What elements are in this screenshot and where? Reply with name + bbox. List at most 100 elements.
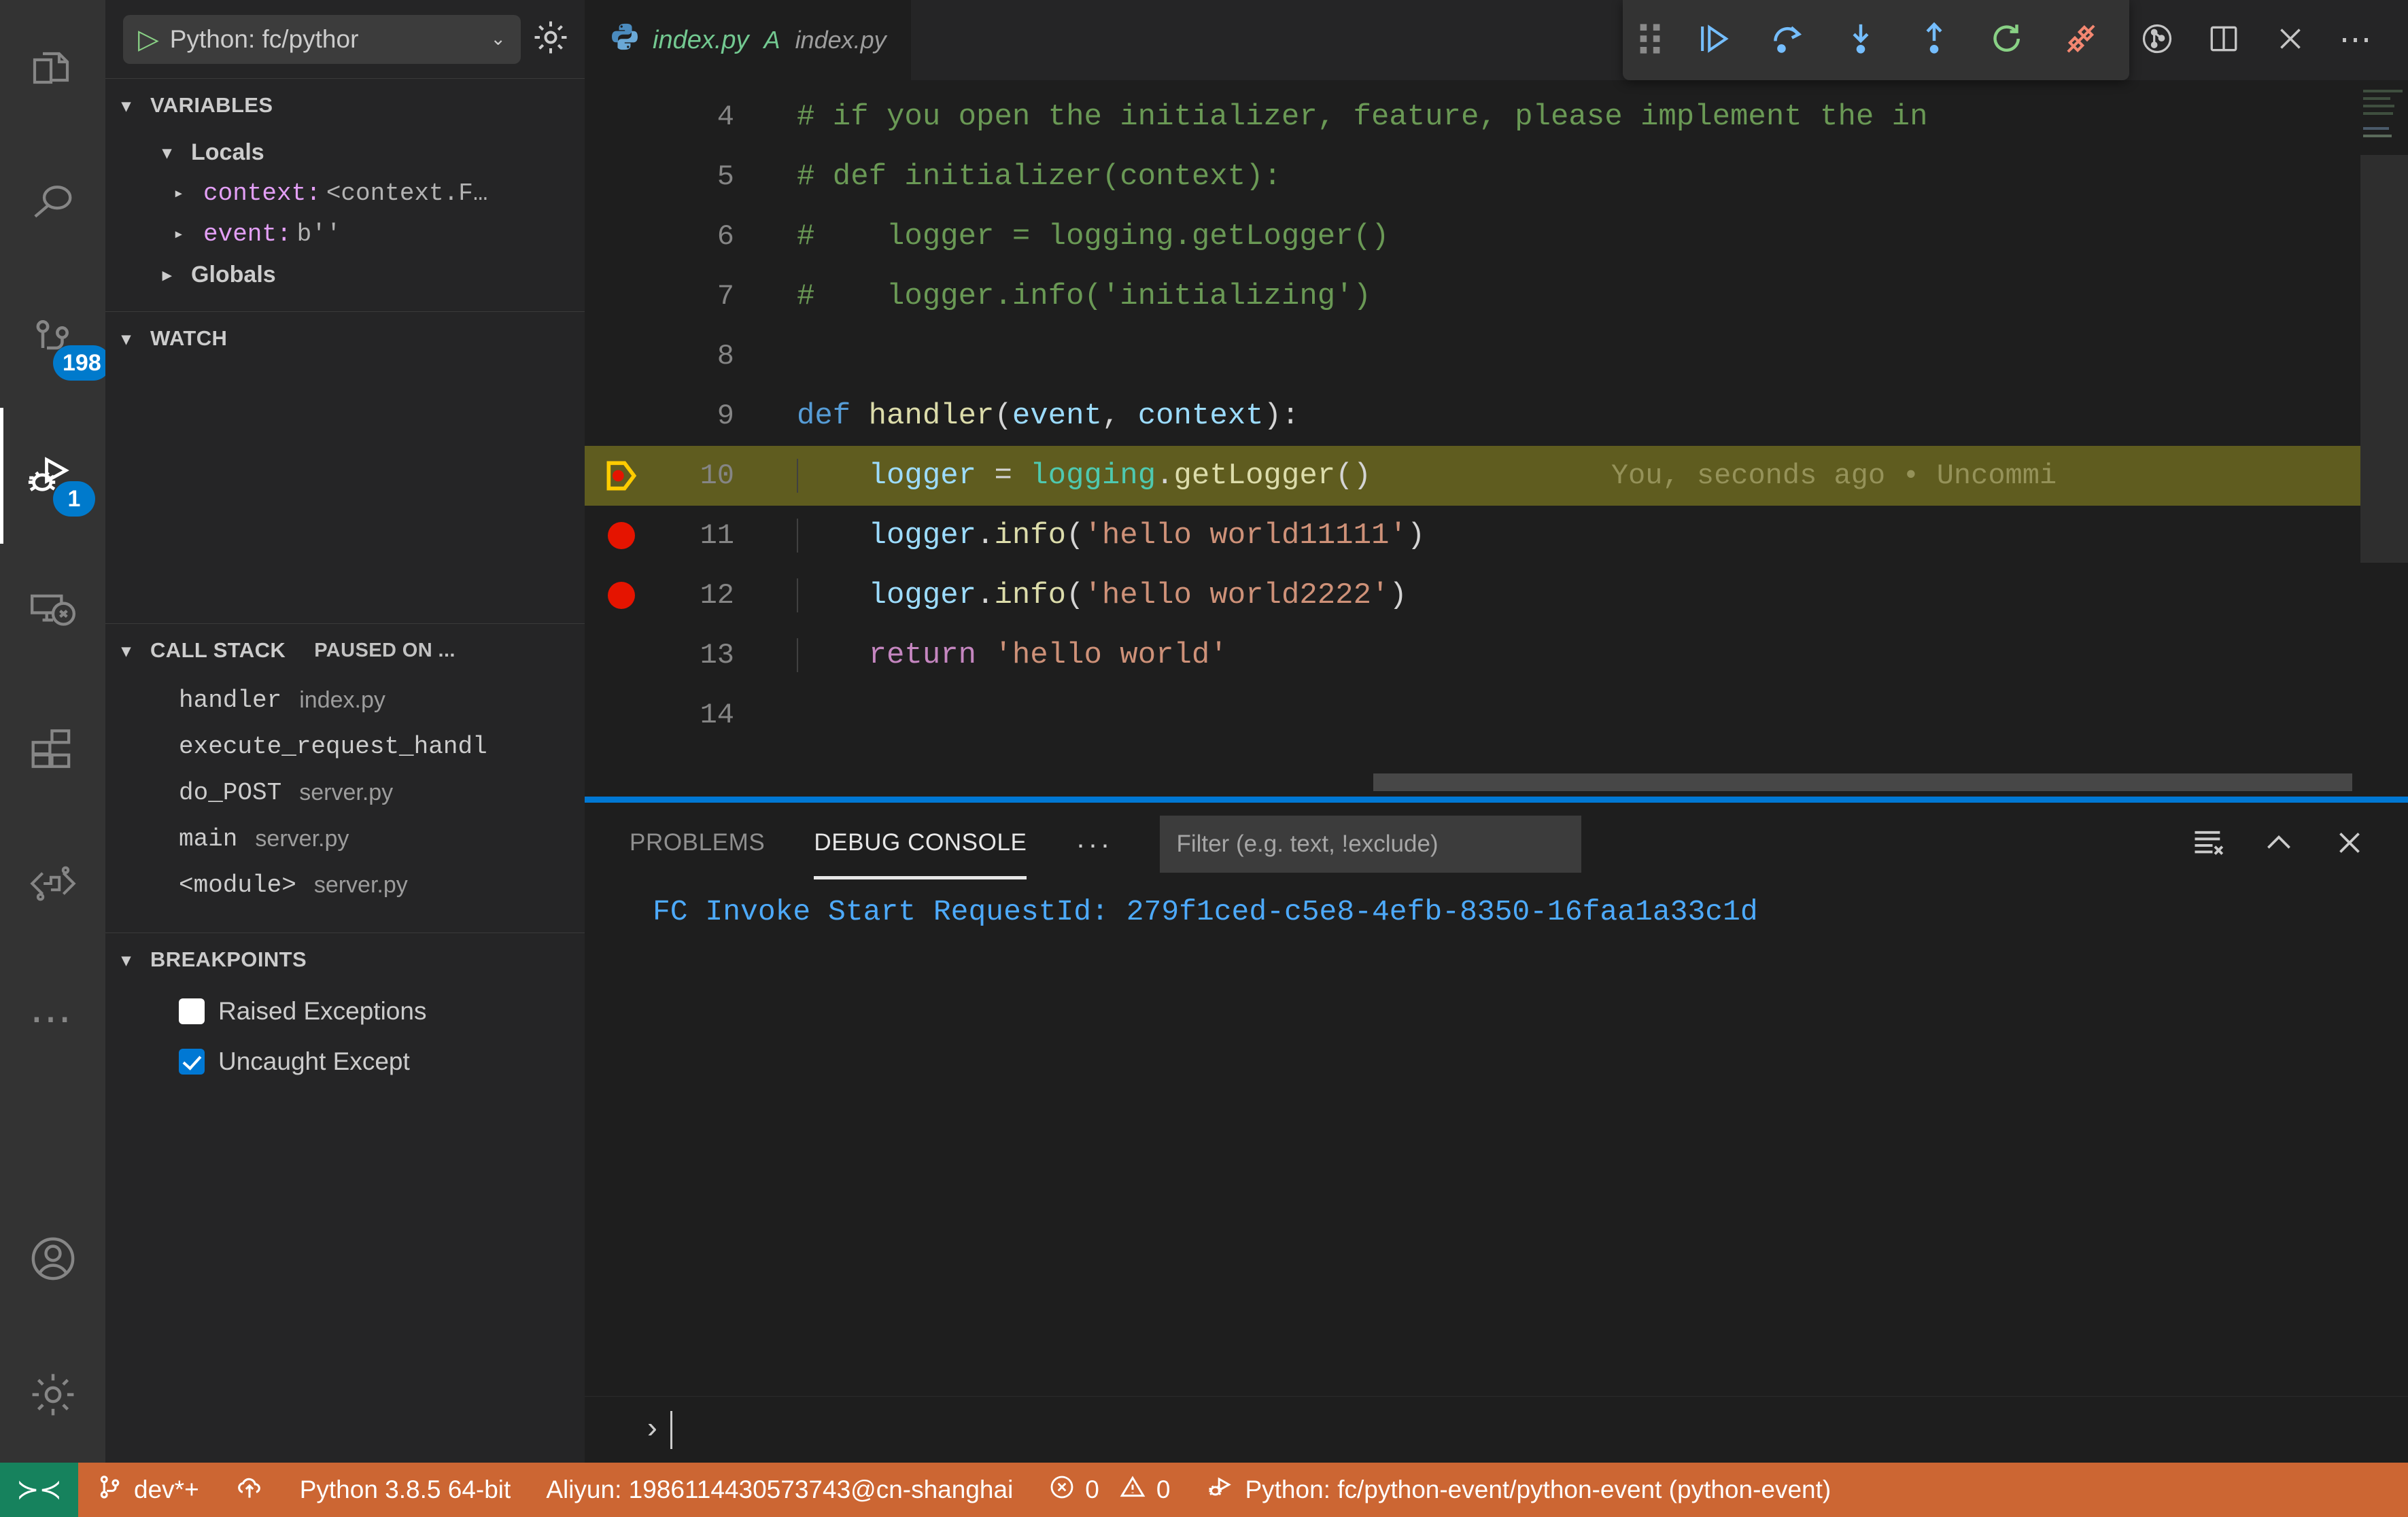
more-editor-actions-button[interactable]: ⋯ <box>2324 0 2390 80</box>
editor-tab-index-py[interactable]: index.py A index.py <box>585 0 911 80</box>
variables-section-header[interactable]: ▾ VARIABLES <box>105 79 585 132</box>
clear-console-button[interactable] <box>2173 803 2243 886</box>
code-line[interactable]: 6 # logger = logging.getLogger() <box>585 207 2408 266</box>
checkbox[interactable] <box>179 1049 205 1075</box>
callstack-frame[interactable]: execute_request_handl <box>105 723 585 769</box>
breakpoints-section-header[interactable]: ▾ BREAKPOINTS <box>105 933 585 986</box>
code-token: , <box>1101 399 1138 433</box>
panel-tab-debug-console[interactable]: DEBUG CONSOLE <box>814 829 1027 879</box>
code-line[interactable]: 10 logger = logging.getLogger() You, sec… <box>585 446 2408 506</box>
minimap[interactable] <box>2360 80 2408 797</box>
debug-continue-button[interactable] <box>1677 0 1751 80</box>
debug-step-out-button[interactable] <box>1897 0 1971 80</box>
debug-toolbar-drag-handle[interactable] <box>1623 22 1677 58</box>
debug-step-into-button[interactable] <box>1824 0 1897 80</box>
variable-row-context[interactable]: ▸ context: <context.F… <box>105 173 585 213</box>
variables-scope-globals[interactable]: ▸ Globals <box>105 254 585 295</box>
activity-item-search[interactable] <box>0 136 105 272</box>
files-icon <box>29 43 78 92</box>
activity-item-remote-explorer[interactable] <box>0 544 105 680</box>
cloud-upload-icon <box>235 1472 264 1508</box>
debug-disconnect-button[interactable] <box>2044 0 2118 80</box>
code-line[interactable]: 9 def handler(event, context): <box>585 386 2408 446</box>
callstack-frame[interactable]: do_POST server.py <box>105 769 585 816</box>
frame-file: server.py <box>299 779 394 805</box>
git-graph-button[interactable] <box>2124 0 2190 80</box>
status-branch[interactable]: dev*+ <box>78 1463 217 1517</box>
status-aliyun-account[interactable]: Aliyun: 1986114430573743@cn-shanghai <box>528 1463 1031 1517</box>
callstack-frame[interactable]: main server.py <box>105 816 585 862</box>
run-config-header: ▷ Python: fc/pythor ⌄ <box>105 0 585 78</box>
status-python-version[interactable]: Python 3.8.5 64-bit <box>282 1463 529 1517</box>
minimap-slider[interactable] <box>2360 155 2408 563</box>
status-sync[interactable] <box>217 1463 282 1517</box>
split-editor-button[interactable] <box>2190 0 2257 80</box>
watch-list <box>105 365 585 623</box>
callstack-section-header[interactable]: ▾ CALL STACK PAUSED ON ... <box>105 624 585 677</box>
breakpoint-uncaught-exceptions[interactable]: Uncaught Except <box>105 1036 585 1087</box>
checkbox[interactable] <box>179 998 205 1024</box>
line-number: 12 <box>700 579 734 612</box>
variables-scope-locals[interactable]: ▾ Locals <box>105 132 585 173</box>
watch-section-header[interactable]: ▾ WATCH <box>105 312 585 365</box>
breakpoint-raised-exceptions[interactable]: Raised Exceptions <box>105 986 585 1036</box>
debug-console-output[interactable]: FC Invoke Start RequestId: 279f1ced-c5e8… <box>585 886 2408 1396</box>
close-panel-button[interactable] <box>2314 803 2385 886</box>
variable-row-event[interactable]: ▸ event: b'' <box>105 213 585 254</box>
code-line[interactable]: 4 # if you open the initializer, feature,… <box>585 87 2408 147</box>
panel-tab-problems[interactable]: PROBLEMS <box>630 829 765 859</box>
code-token: ) <box>1389 578 1407 612</box>
code-line[interactable]: 12 logger.info('hello world2222') <box>585 565 2408 625</box>
frame-file: server.py <box>313 871 408 898</box>
status-debug-target[interactable]: Python: fc/python-event/python-event (py… <box>1188 1463 1848 1517</box>
collapse-panel-button[interactable] <box>2243 803 2314 886</box>
code-line[interactable]: 14 <box>585 685 2408 745</box>
status-remote-indicator[interactable]: ≻≺ <box>0 1463 79 1517</box>
activity-item-accounts[interactable] <box>0 1191 105 1327</box>
chevron-down-icon: ▾ <box>122 640 131 661</box>
code-token: logger <box>868 578 977 612</box>
activity-item-extensions[interactable] <box>0 680 105 816</box>
editor-horizontal-scrollbar[interactable] <box>1373 773 2352 791</box>
editor-tab-bar: index.py A index.py ⋯ <box>585 0 2408 80</box>
status-problems[interactable]: 0 0 <box>1031 1463 1188 1517</box>
callstack-frame[interactable]: handler index.py <box>105 677 585 723</box>
debug-console-input-row[interactable]: › <box>585 1396 2408 1463</box>
debug-configuration-select[interactable]: ▷ Python: fc/pythor ⌄ <box>123 14 521 64</box>
code-line[interactable]: 5 # def initializer(context): <box>585 147 2408 207</box>
activity-item-manage[interactable] <box>0 1327 105 1463</box>
debug-toolbar <box>1623 0 2129 80</box>
callstack-frame[interactable]: <module> server.py <box>105 862 585 908</box>
variable-value: <context.F… <box>326 179 488 207</box>
breakpoint-marker[interactable] <box>585 522 658 549</box>
error-icon <box>1048 1474 1076 1507</box>
code-line[interactable]: 8 <box>585 326 2408 386</box>
console-filter-input[interactable] <box>1160 816 1582 873</box>
line-number: 14 <box>700 699 734 731</box>
code-line[interactable]: 11 logger.info('hello world11111') <box>585 506 2408 565</box>
code-editor[interactable]: 4 # if you open the initializer, feature,… <box>585 80 2408 797</box>
activity-item-source-control[interactable]: 198 <box>0 272 111 408</box>
line-number: 8 <box>717 340 734 372</box>
open-launch-json-button[interactable] <box>530 17 571 61</box>
code-token: logging <box>1030 459 1156 493</box>
code-line[interactable]: 7 # logger.info('initializing') <box>585 266 2408 326</box>
close-icon <box>2273 22 2307 59</box>
callstack-title: CALL STACK <box>150 638 286 662</box>
breakpoint-marker[interactable] <box>585 582 658 609</box>
debug-step-over-button[interactable] <box>1751 0 1824 80</box>
debug-target-label: Python: fc/python-event/python-event (py… <box>1245 1476 1831 1503</box>
activity-item-explorer[interactable] <box>0 0 105 136</box>
activity-item-serverless-devs[interactable] <box>0 816 105 952</box>
activity-item-more-views[interactable]: ⋯ <box>0 952 105 1087</box>
start-debugging-icon[interactable]: ▷ <box>138 26 159 53</box>
code-token: . <box>1156 459 1174 493</box>
close-editor-button[interactable] <box>2257 0 2324 80</box>
debug-restart-button[interactable] <box>1971 0 2044 80</box>
code-line[interactable]: 13 return 'hello world' <box>585 625 2408 685</box>
python-icon <box>609 21 640 59</box>
panel-more-tabs-button[interactable]: ··· <box>1076 829 1112 857</box>
current-execution-marker[interactable] <box>585 457 658 495</box>
activity-item-run-and-debug[interactable]: 1 <box>0 408 105 544</box>
